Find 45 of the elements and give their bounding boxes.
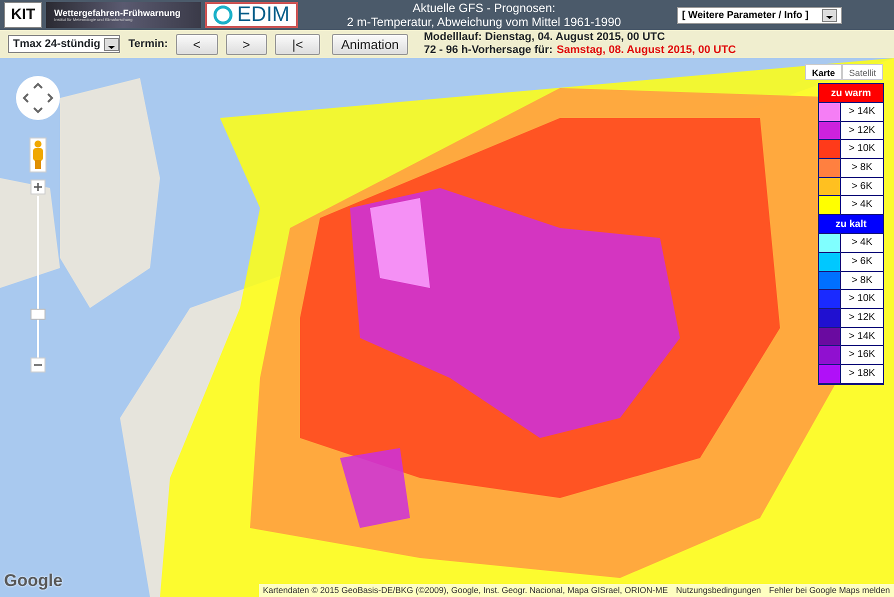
zoom-in-button[interactable] xyxy=(30,180,46,194)
step-button[interactable]: |< xyxy=(275,34,320,54)
map-link[interactable]: Fehler bei Google Maps melden xyxy=(769,584,890,597)
model-run-text: Modelllauf: Dienstag, 04. August 2015, 00 UTC xyxy=(424,31,666,44)
legend-label: > 10K xyxy=(848,292,876,306)
map-attribution: Kartendaten © 2015 GeoBasis-DE/BKG (©2009), Google, Inst. Geogr. Nacional, Mapa GISrael, ORION-ME xyxy=(262,584,668,597)
step-button[interactable]: < xyxy=(176,34,218,54)
legend-label: > 14K xyxy=(848,330,876,344)
step-button[interactable]: > xyxy=(226,34,268,54)
page-title: Aktuelle GFS - Prognosen: xyxy=(412,1,556,15)
kit-logo: KIT xyxy=(4,2,42,28)
forecast-date: Samstag, 08. August 2015, 00 UTC xyxy=(556,44,736,57)
legend-label: > 12K xyxy=(848,124,876,138)
map-drawing[interactable] xyxy=(0,58,894,597)
zoom-out-button[interactable] xyxy=(30,358,46,372)
cedim-logo: EDIM xyxy=(237,4,290,26)
parameter-select[interactable]: Tmax 24-stündig xyxy=(8,35,120,53)
zoom-slider[interactable] xyxy=(30,196,46,358)
animation-button[interactable]: Animation xyxy=(332,34,408,54)
legend-label: > 6K xyxy=(850,254,874,269)
legend-label: > 18K xyxy=(848,366,876,381)
legend-label: > 6K xyxy=(850,180,874,194)
legend-label: > 14K xyxy=(848,105,876,119)
legend-label: > 16K xyxy=(848,348,876,362)
info-select[interactable]: [ Weitere Parameter / Info ] xyxy=(677,6,842,24)
zoom-slider-thumb[interactable] xyxy=(30,308,46,320)
banner-title: Wettergefahren-Frühwarnung xyxy=(54,8,182,18)
map-type-tab[interactable]: Karte xyxy=(805,64,842,80)
legend-label: > 4K xyxy=(850,236,874,250)
legend-label: > 10K xyxy=(848,142,876,156)
legend-label: > 12K xyxy=(848,310,876,325)
legend-label: > 4K xyxy=(850,198,874,212)
pan-control[interactable] xyxy=(16,76,60,120)
google-logo: Google xyxy=(4,570,63,592)
page-title: 2 m-Temperatur, Abweichung vom Mittel 1961-1990 xyxy=(346,15,622,29)
forecast-label: 72 - 96 h-Vorhersage für: xyxy=(424,44,553,57)
legend-label: > 8K xyxy=(850,161,874,176)
person-icon[interactable] xyxy=(30,138,46,172)
legend-label: > 8K xyxy=(850,274,874,288)
map-type-tab[interactable]: Satellit xyxy=(842,64,884,80)
ring-icon xyxy=(213,5,234,25)
map-link[interactable]: Nutzungsbedingungen xyxy=(676,584,762,597)
legend-heading: zu kalt xyxy=(819,215,883,234)
legend-heading: zu warm xyxy=(819,84,883,103)
termin-label: Termin: xyxy=(128,36,168,52)
